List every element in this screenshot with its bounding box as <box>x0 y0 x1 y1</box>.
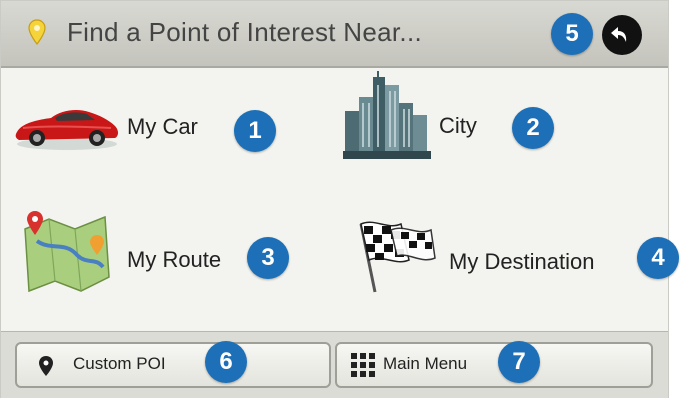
callout-badge-city: 2 <box>512 107 554 149</box>
callout-badge-my-destination: 4 <box>637 237 679 279</box>
city-skyline-icon <box>343 71 431 159</box>
option-label-my-route: My Route <box>127 247 222 272</box>
custom-poi-label: Custom POI <box>73 354 166 373</box>
option-label-city: City <box>439 113 477 138</box>
poi-screen: Find a Point of Interest Near... 5 My Ca… <box>0 0 679 398</box>
callout-badge-my-car: 1 <box>234 110 276 152</box>
checkered-flag-icon <box>359 221 436 293</box>
option-my-route[interactable]: My Route <box>21 211 241 306</box>
callout-badge-main-menu: 7 <box>498 341 540 383</box>
callout-badge-custom-poi: 6 <box>205 341 247 383</box>
header-bar: Find a Point of Interest Near... 5 <box>1 1 668 68</box>
map-pin-icon <box>28 19 46 45</box>
back-arrow-icon <box>611 27 627 42</box>
callout-badge-my-route: 3 <box>247 237 289 279</box>
back-button[interactable] <box>602 15 642 55</box>
car-icon <box>15 110 118 150</box>
page-title: Find a Point of Interest Near... <box>67 17 423 47</box>
footer-bar: Custom POI Main Menu <box>1 331 668 398</box>
grid-menu-icon <box>351 353 375 377</box>
custom-poi-button[interactable]: Custom POI <box>15 342 331 388</box>
option-my-destination[interactable]: My Destination <box>351 216 631 306</box>
option-label-my-destination: My Destination <box>449 249 595 274</box>
main-menu-button[interactable]: Main Menu <box>335 342 653 388</box>
route-map-icon <box>24 211 110 293</box>
map-pin-icon <box>39 356 53 376</box>
option-label-my-car: My Car <box>127 114 198 139</box>
main-menu-label: Main Menu <box>383 354 468 373</box>
callout-badge-back: 5 <box>551 13 593 55</box>
